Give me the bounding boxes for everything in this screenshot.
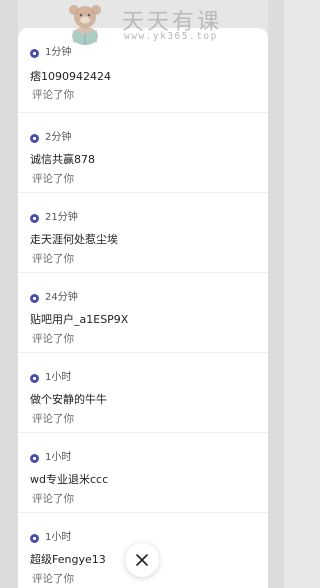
notification-action: 评论了你 <box>32 413 74 425</box>
tieba-badge-icon <box>30 213 39 223</box>
tieba-badge-icon <box>30 133 39 143</box>
notification-time: 1小时 <box>45 452 72 463</box>
notification-user[interactable]: 超级Fengye13 <box>30 553 106 567</box>
notification-meta: 24分钟 <box>30 291 78 305</box>
notification-meta: 1小时 <box>30 531 71 545</box>
notification-item[interactable]: 1小时 做个安静的牛牛 评论了你 <box>18 353 268 433</box>
notification-user[interactable]: 走天涯何处惹尘埃 <box>30 233 118 247</box>
tieba-badge-icon <box>30 453 39 463</box>
background-right <box>268 0 284 588</box>
notification-item[interactable]: 1小时 wd专业退米ccc 评论了你 <box>18 433 268 513</box>
notification-meta: 2分钟 <box>30 131 71 145</box>
notification-list: 1分钟 痞1090942424 评论了你 2分钟 诚信共赢878 评论了你 21… <box>18 28 268 588</box>
close-icon <box>136 554 148 566</box>
tieba-badge-icon <box>30 373 39 383</box>
notification-time: 2分钟 <box>45 132 72 143</box>
notification-action: 评论了你 <box>32 89 74 101</box>
tieba-badge-icon <box>30 533 39 543</box>
close-button[interactable] <box>125 543 159 577</box>
notification-time: 24分钟 <box>45 292 78 303</box>
notification-meta: 21分钟 <box>30 211 78 225</box>
tieba-badge-icon <box>30 48 39 58</box>
notification-meta: 1小时 <box>30 371 71 385</box>
notification-item[interactable]: 21分钟 走天涯何处惹尘埃 评论了你 <box>18 193 268 273</box>
background-left <box>0 0 18 588</box>
notification-action: 评论了你 <box>32 573 74 585</box>
notification-item[interactable]: 24分钟 贴吧用户_a1ESP9X 评论了你 <box>18 273 268 353</box>
notification-meta: 1分钟 <box>30 46 71 60</box>
notification-time: 1小时 <box>45 372 72 383</box>
notification-user[interactable]: 贴吧用户_a1ESP9X <box>30 313 128 327</box>
tieba-badge-icon <box>30 293 39 303</box>
notification-time: 1分钟 <box>45 47 72 58</box>
notification-time: 1小时 <box>45 532 72 543</box>
notification-user[interactable]: 痞1090942424 <box>30 70 111 84</box>
notification-item[interactable]: 2分钟 诚信共赢878 评论了你 <box>18 113 268 193</box>
notification-user[interactable]: 诚信共赢878 <box>30 153 95 167</box>
notification-action: 评论了你 <box>32 493 74 505</box>
notification-user[interactable]: wd专业退米ccc <box>30 473 108 487</box>
notification-meta: 1小时 <box>30 451 71 465</box>
notification-user[interactable]: 做个安静的牛牛 <box>30 393 107 407</box>
notification-panel: 1分钟 痞1090942424 评论了你 2分钟 诚信共赢878 评论了你 21… <box>18 28 268 588</box>
notification-action: 评论了你 <box>32 173 74 185</box>
notifications-page: 1分钟 痞1090942424 评论了你 2分钟 诚信共赢878 评论了你 21… <box>0 0 284 588</box>
notification-action: 评论了你 <box>32 333 74 345</box>
notification-time: 21分钟 <box>45 212 78 223</box>
notification-item[interactable]: 1分钟 痞1090942424 评论了你 <box>18 28 268 113</box>
notification-action: 评论了你 <box>32 253 74 265</box>
